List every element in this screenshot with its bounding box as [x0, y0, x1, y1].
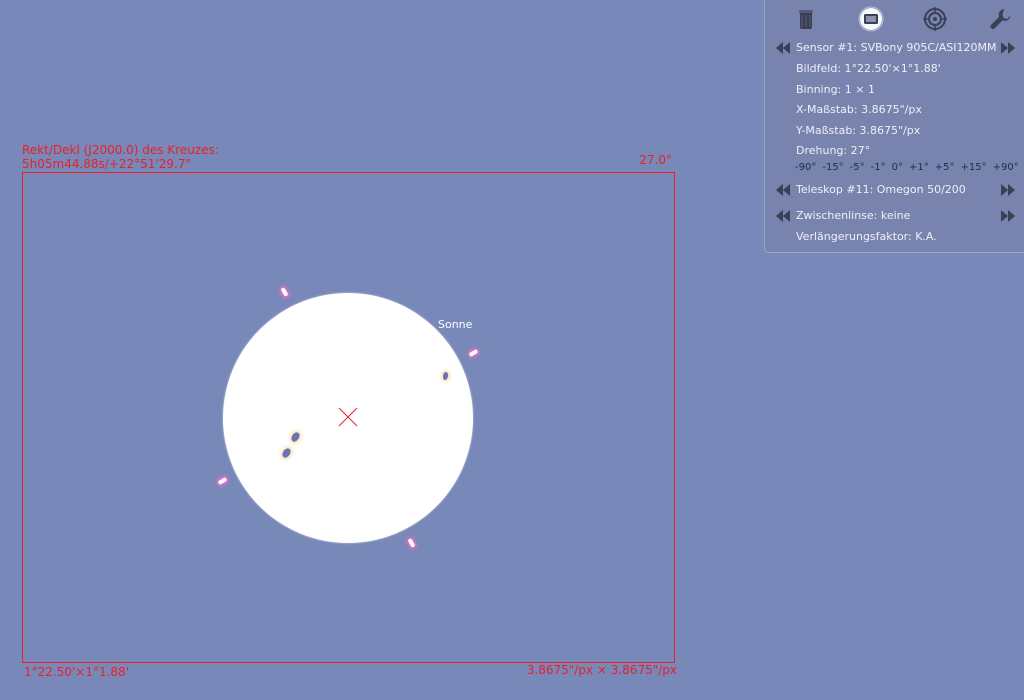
rotate-minus-15-button[interactable]: -15°: [819, 162, 846, 173]
crosshair-icon: [338, 407, 358, 427]
next-lens-icon[interactable]: [1001, 210, 1015, 222]
coordinates-value: 5h05m44.88s/+22°51'29.7": [22, 157, 191, 171]
lens-factor: Verlängerungsfaktor: K.A.: [796, 230, 937, 243]
coordinates-title: Rekt/Dekl (J2000.0) des Kreuzes:: [22, 143, 219, 157]
oculars-panel: Sensor #1: SVBony 905C/ASI120MM Bildfeld…: [764, 0, 1024, 253]
frame-rotation-label: 27.0°: [639, 153, 672, 167]
sensor-icon[interactable]: [858, 6, 884, 32]
previous-sensor-icon[interactable]: [776, 42, 790, 54]
rotate-plus-15-button[interactable]: +15°: [958, 162, 990, 173]
next-telescope-icon[interactable]: [1001, 184, 1015, 196]
rotate-plus-90-button[interactable]: +90°: [990, 162, 1022, 173]
rotate-reset-button[interactable]: 0°: [889, 162, 906, 173]
sensor-x-scale: X-Maßstab: 3.8675"/px: [796, 103, 922, 116]
sensor-field-of-view: Bildfeld: 1°22.50'×1°1.88': [796, 62, 941, 75]
rotate-plus-1-button[interactable]: +1°: [906, 162, 932, 173]
crosshair-coordinates-label: Rekt/Dekl (J2000.0) des Kreuzes: 5h05m44…: [22, 143, 219, 171]
rotate-minus-1-button[interactable]: -1°: [868, 162, 889, 173]
rotate-plus-5-button[interactable]: +5°: [932, 162, 958, 173]
rotate-minus-5-button[interactable]: -5°: [847, 162, 868, 173]
pixel-scale-label: 3.8675"/px × 3.8675"/px: [526, 663, 677, 677]
sensor-rotation: Drehung: 27°: [796, 144, 871, 157]
previous-telescope-icon[interactable]: [776, 184, 790, 196]
sensor-binning: Binning: 1 × 1: [796, 83, 875, 96]
next-sensor-icon[interactable]: [1001, 42, 1015, 54]
rotation-button-bar: -90° -15° -5° -1° 0° +1° +5° +15° +90°: [792, 162, 1022, 173]
telescope-name: Teleskop #11: Omegon 50/200: [796, 183, 966, 196]
rotate-minus-90-button[interactable]: -90°: [792, 162, 819, 173]
wrench-icon[interactable]: [987, 6, 1013, 32]
eyepiece-icon[interactable]: [793, 6, 819, 32]
sensor-name: Sensor #1: SVBony 905C/ASI120MM: [796, 41, 997, 54]
previous-lens-icon[interactable]: [776, 210, 790, 222]
field-of-view-label: 1°22.50'×1°1.88': [24, 665, 129, 679]
sensor-y-scale: Y-Maßstab: 3.8675"/px: [796, 124, 921, 137]
sun-label: Sonne: [438, 318, 473, 331]
lens-name: Zwischenlinse: keine: [796, 209, 911, 222]
telrad-icon[interactable]: [922, 6, 948, 32]
